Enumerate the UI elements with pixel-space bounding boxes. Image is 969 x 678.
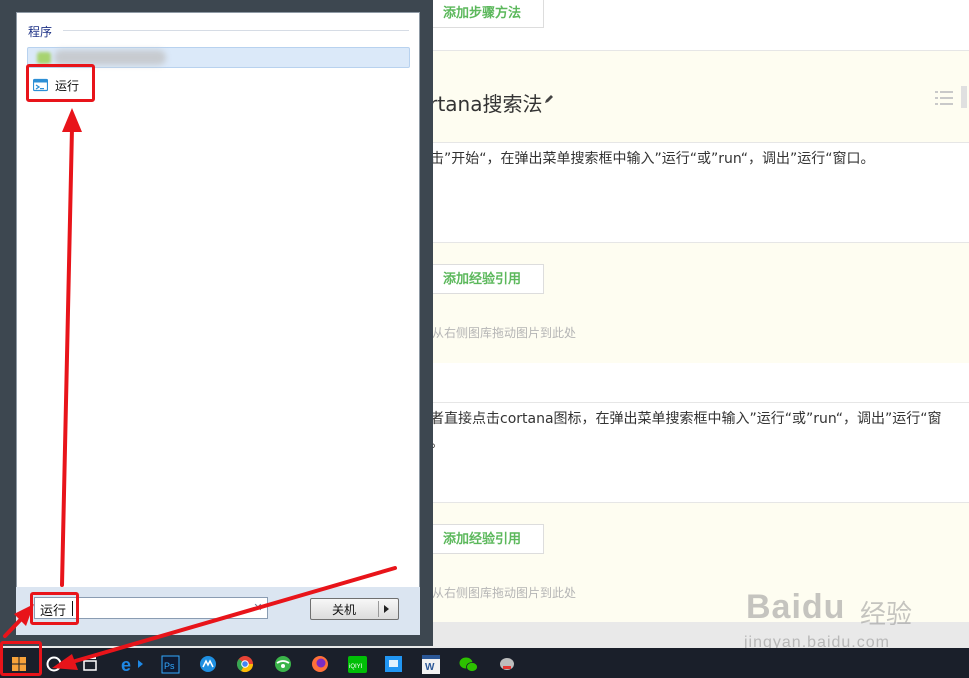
step1-ref-section [400, 242, 969, 363]
svg-text:W: W [425, 662, 435, 673]
svg-text:e: e [121, 655, 131, 675]
annotation-box-run-item [26, 64, 95, 102]
shutdown-options-arrow-icon[interactable] [384, 605, 389, 613]
blurred-program-icon [37, 52, 51, 64]
scroll-handle[interactable] [961, 86, 967, 108]
shutdown-button[interactable]: 关机 [310, 598, 399, 620]
shutdown-label: 关机 [331, 603, 356, 617]
kugou-icon[interactable] [196, 651, 222, 677]
photoshop-icon[interactable]: Ps [158, 651, 184, 677]
list-icon[interactable] [935, 90, 953, 106]
drag-image-hint-2: 从右侧图库拖动图片到此处 [432, 586, 577, 600]
360-browser-icon[interactable] [271, 651, 297, 677]
app-icon-2[interactable] [494, 651, 520, 677]
chrome-icon[interactable] [233, 651, 259, 677]
task-view-icon[interactable] [78, 651, 104, 677]
wechat-icon[interactable] [456, 651, 482, 677]
step1-text[interactable]: 点击”开始“，在弹出菜单搜索框中输入”运行“或”run“，调出”运行“窗口。 [416, 147, 963, 171]
clear-search-icon[interactable]: ✕ [251, 601, 265, 615]
annotation-box-start [0, 641, 42, 676]
app-icon[interactable] [381, 651, 407, 677]
annotation-box-search [30, 592, 79, 625]
shutdown-separator [378, 601, 379, 617]
watermark-cn: 经验 [860, 600, 913, 630]
svg-text:iQIYI: iQIYI [349, 664, 363, 670]
cortana-icon[interactable] [42, 651, 68, 677]
blurred-program-label [54, 50, 166, 65]
drag-image-hint-1: 从右侧图库拖动图片到此处 [432, 326, 577, 340]
word-icon[interactable]: W [418, 651, 444, 677]
edit-pencil-icon[interactable] [543, 93, 555, 105]
programs-header: 程序 [28, 25, 53, 39]
watermark-logo: Baidu [746, 588, 846, 626]
iqiyi-icon[interactable]: iQIYI [345, 651, 371, 677]
programs-divider [63, 30, 409, 31]
firefox-icon[interactable] [308, 651, 334, 677]
svg-text:Ps: Ps [164, 661, 175, 671]
taskbar: e Ps iQIYI W [0, 648, 969, 678]
ie-icon[interactable]: e [118, 651, 144, 677]
baidu-jingyan-watermark: Baidu 经验 jingyan.baidu.com [740, 572, 965, 652]
step2-text[interactable]: 或者直接点击cortana图标，在弹出菜单搜索框中输入”运行“或”run“，调出… [416, 407, 963, 455]
